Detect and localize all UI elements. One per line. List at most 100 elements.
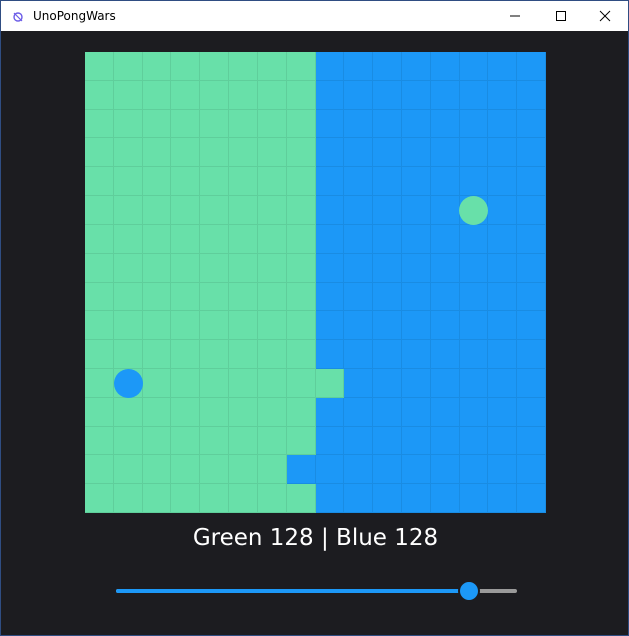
- board-cell: [286, 52, 316, 81]
- board-cell: [344, 224, 374, 254]
- board-cell: [229, 167, 258, 197]
- board-cell: [401, 368, 431, 398]
- board-cell: [488, 224, 518, 254]
- board-cell: [171, 484, 201, 513]
- board-cell: [488, 340, 518, 369]
- board-cell: [430, 368, 460, 398]
- minimize-button[interactable]: [492, 1, 538, 31]
- board-cell: [401, 224, 431, 254]
- slider-thumb[interactable]: [458, 580, 480, 602]
- app-icon: [11, 9, 25, 23]
- board-cell: [229, 138, 258, 168]
- board-cell: [85, 455, 114, 485]
- board-cell: [344, 397, 374, 427]
- game-board: [85, 52, 546, 513]
- board-cell: [488, 397, 518, 427]
- board-cell: [257, 311, 287, 341]
- board-cell: [517, 340, 546, 369]
- board-cell: [430, 484, 460, 513]
- board-cell: [286, 253, 316, 283]
- board-cell: [373, 253, 402, 283]
- board-cell: [85, 138, 114, 168]
- board-cell: [344, 253, 374, 283]
- board-cell: [113, 167, 143, 197]
- board-cell: [286, 138, 316, 168]
- board-cell: [113, 253, 143, 283]
- board-cell: [315, 397, 345, 427]
- board-cell: [430, 311, 460, 341]
- board-cell: [257, 397, 287, 427]
- board-cell: [430, 340, 460, 369]
- board-cell: [517, 52, 546, 81]
- close-icon: [599, 10, 611, 22]
- board-cell: [142, 484, 172, 513]
- board-cell: [488, 80, 518, 110]
- board-cell: [142, 253, 172, 283]
- board-cell: [171, 138, 201, 168]
- board-cell: [459, 52, 489, 81]
- board-cell: [344, 368, 374, 398]
- green-ball: [459, 196, 488, 225]
- board-cell: [171, 282, 201, 312]
- board-cell: [517, 167, 546, 197]
- board-cell: [459, 282, 489, 312]
- board-cell: [171, 426, 201, 456]
- board-cell: [315, 167, 345, 197]
- board-cell: [401, 426, 431, 456]
- board-cell: [200, 109, 230, 139]
- board-cell: [142, 196, 172, 225]
- board-cell: [200, 397, 230, 427]
- board-cell: [517, 224, 546, 254]
- board-cell: [459, 253, 489, 283]
- board-cell: [373, 455, 402, 485]
- board-cell: [430, 426, 460, 456]
- board-cell: [315, 340, 345, 369]
- board-cell: [315, 282, 345, 312]
- title-bar[interactable]: UnoPongWars: [1, 1, 628, 31]
- board-cell: [85, 167, 114, 197]
- board-cell: [315, 455, 345, 485]
- score-text: Green 128 | Blue 128: [192, 525, 439, 551]
- board-cell: [257, 484, 287, 513]
- board-cell: [200, 484, 230, 513]
- board-cell: [373, 52, 402, 81]
- board-cell: [517, 196, 546, 225]
- board-cell: [430, 138, 460, 168]
- board-cell: [113, 138, 143, 168]
- board-cell: [344, 340, 374, 369]
- board-cell: [315, 484, 345, 513]
- board-cell: [430, 80, 460, 110]
- board-cell: [344, 455, 374, 485]
- board-cell: [459, 80, 489, 110]
- board-cell: [113, 224, 143, 254]
- speed-slider[interactable]: [116, 579, 517, 603]
- board-cell: [344, 138, 374, 168]
- board-cell: [430, 52, 460, 81]
- board-cell: [430, 224, 460, 254]
- board-cell: [286, 282, 316, 312]
- board-cell: [373, 167, 402, 197]
- board-cell: [142, 138, 172, 168]
- board-cell: [85, 397, 114, 427]
- board-cell: [488, 109, 518, 139]
- board-cell: [344, 426, 374, 456]
- board-cell: [257, 426, 287, 456]
- board-cell: [257, 282, 287, 312]
- board-cell: [85, 80, 114, 110]
- board-cell: [373, 368, 402, 398]
- board-cell: [171, 340, 201, 369]
- board-cell: [373, 397, 402, 427]
- board-cell: [401, 455, 431, 485]
- board-cell: [113, 282, 143, 312]
- board-cell: [488, 138, 518, 168]
- board-cell: [286, 426, 316, 456]
- board-cell: [430, 109, 460, 139]
- board-cell: [113, 109, 143, 139]
- board-cell: [373, 109, 402, 139]
- close-button[interactable]: [582, 1, 628, 31]
- maximize-button[interactable]: [538, 1, 584, 31]
- board-cell: [315, 311, 345, 341]
- board-cell: [171, 455, 201, 485]
- board-cell: [113, 426, 143, 456]
- board-cell: [229, 253, 258, 283]
